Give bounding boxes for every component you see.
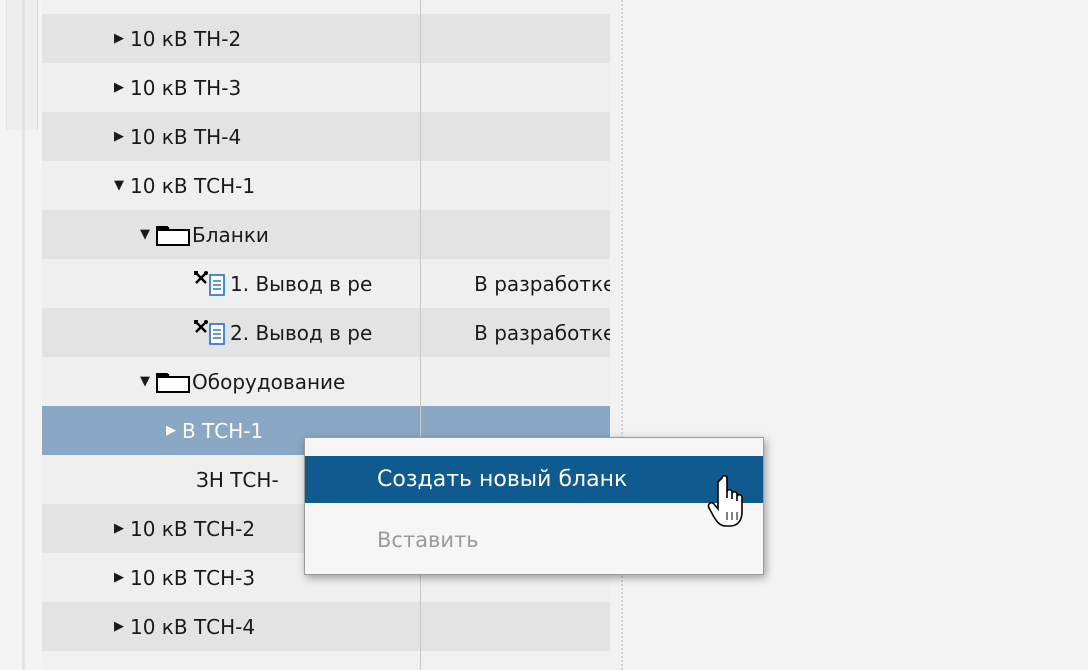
tree-row-status: В разработке [474,320,610,345]
tree-row-label: 1. Вывод в ре [230,271,373,296]
folder-icon [156,371,190,393]
tree-row-label: 10 кВ ТСН-4 [130,614,256,639]
tree-row-label: 10 кВ ТН-2 [130,26,242,51]
expand-arrow-icon[interactable]: ▶ [114,522,124,535]
expand-arrow-icon[interactable]: ▶ [114,571,124,584]
tree-row-label: ЗН ТСН- [196,467,279,492]
tree-row-label: Оборудование [192,369,346,394]
tree-row[interactable]: 1. Вывод в ре В разработке [42,259,610,308]
tree-row-name-cell: ▼ Бланки [42,210,452,259]
tree-row-status [444,161,610,210]
expand-arrow-icon[interactable]: ▶ [114,620,124,633]
tree-row-status [444,63,610,112]
hand-cursor-icon [707,474,743,527]
tree-row-name-cell: 2. Вывод в ре [42,308,470,357]
collapse-arrow-icon[interactable]: ▼ [140,375,150,388]
collapse-arrow-icon[interactable]: ▼ [140,228,150,241]
collapse-arrow-icon[interactable]: ▼ [114,179,124,192]
folder-icon [156,224,190,246]
expand-arrow-icon[interactable]: ▶ [114,81,124,94]
tree-row-name-cell: 1. Вывод в ре [42,259,470,308]
tree-row[interactable]: ▶ 10 кВ ТСН-4 [42,602,610,651]
tools-document-icon [194,270,228,297]
tree-row-label: 10 кВ ТСН-3 [130,565,256,590]
expand-arrow-icon[interactable]: ▶ [114,32,124,45]
context-menu: Создать новый бланк Вставить [304,437,764,575]
tree-row[interactable]: ▶ 10 кВ ТН-4 [42,112,610,161]
tree-row-status [444,14,610,63]
menu-item-paste[interactable]: Вставить [305,516,763,563]
tree-row-status [444,602,610,651]
tree-row-name-cell: ▶ 10 кВ ТН-3 [42,63,444,112]
tree-row[interactable]: ▼ Бланки [42,210,610,259]
tree-row-name-cell: ▼ Оборудование [42,357,452,406]
menu-item-paste-label: Вставить [377,527,479,552]
tree-row-label: В ТСН-1 [182,418,264,443]
tree-row-status: В разработке [474,271,610,296]
tree-row-label: 10 кВ ТН-4 [130,124,242,149]
tree-row-status [452,210,610,259]
tree-row[interactable]: ▼ 10 кВ ТСН-1 [42,161,610,210]
tree-row[interactable]: ▶ 10 кВ ТН-2 [42,14,610,63]
expand-arrow-icon[interactable]: ▶ [166,424,176,437]
tree-row-label: Бланки [192,222,269,247]
left-gutter [0,0,42,670]
tree-row-status [452,357,610,406]
tree-row-name-cell: ▶ 10 кВ ТН-2 [42,14,444,63]
tree-row-label: 10 кВ ТСН-2 [130,516,256,541]
expand-arrow-icon[interactable]: ▶ [114,130,124,143]
tree-row-name-cell: ▼ 10 кВ ТСН-1 [42,161,444,210]
tree-row-label: 10 кВ ТН-3 [130,75,242,100]
tree-guide-line [22,0,25,670]
tree-row-label: 10 кВ ТСН-1 [130,173,256,198]
tree-row-status [444,112,610,161]
tree-row-name-cell: ▶ 10 кВ ТСН-4 [42,602,444,651]
tools-document-icon [194,319,228,346]
menu-item-create-new-form[interactable]: Создать новый бланк [305,456,763,503]
tree-row-label: 2. Вывод в ре [230,320,373,345]
tree-row-name-cell: ▶ 10 кВ ТН-4 [42,112,444,161]
tree-row[interactable]: ▼ Оборудование [42,357,610,406]
tree-row[interactable]: 2. Вывод в ре В разработке [42,308,610,357]
menu-item-create-label: Создать новый бланк [377,467,628,492]
tree-row[interactable]: ▶ 10 кВ ТН-3 [42,63,610,112]
